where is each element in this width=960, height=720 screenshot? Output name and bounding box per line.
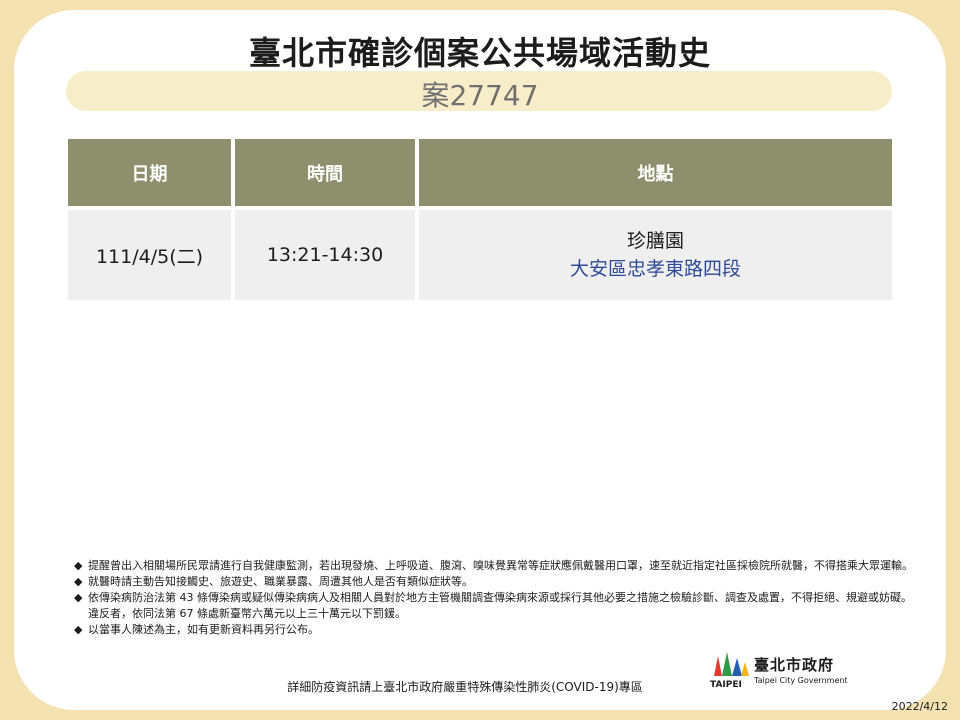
case-number: 案27747 xyxy=(421,79,539,112)
publish-date: 2022/4/12 xyxy=(891,700,948,713)
header-location: 地點 xyxy=(419,139,892,206)
row-time: 13:21-14:30 xyxy=(235,210,415,300)
note-text: 提醒曾出入相關場所民眾請進行自我健康監測，若出現發燒、上呼吸道、腹瀉、嗅味覺異常… xyxy=(88,559,913,572)
row-location: 珍膳園 大安區忠孝東路四段 xyxy=(419,210,892,300)
diamond-bullet-icon: ◆ xyxy=(74,591,83,604)
logo-name-zh: 臺北市政府 xyxy=(754,656,835,674)
note-item: ◆ 依傳染病防治法第 43 條傳染病或疑似傳染病病人及相關人員對於地方主管機關調… xyxy=(74,590,914,622)
diamond-bullet-icon: ◆ xyxy=(74,575,83,588)
logo-name-en: Taipei City Government xyxy=(754,676,848,685)
taipei-government-logo: TAIPEI 臺北市政府 Taipei City Government xyxy=(706,650,856,692)
row-date: 111/4/5(二) xyxy=(68,210,231,300)
logo-wordmark: TAIPEI xyxy=(710,680,742,690)
page-title: 臺北市確診個案公共場域活動史 xyxy=(248,34,711,72)
diamond-bullet-icon: ◆ xyxy=(74,623,83,636)
footer-info: 詳細防疫資訊請上臺北市政府嚴重特殊傳染性肺炎(COVID-19)專區 xyxy=(287,680,643,694)
note-item: ◆ 以當事人陳述為主，如有更新資料再另行公布。 xyxy=(74,622,914,638)
diamond-bullet-icon: ◆ xyxy=(74,559,83,572)
note-text: 以當事人陳述為主，如有更新資料再另行公布。 xyxy=(88,623,319,636)
taipei-city-logo-icon xyxy=(714,652,749,676)
note-text: 就醫時請主動告知接觸史、旅遊史、職業暴露、周遭其他人是否有類似症狀等。 xyxy=(88,575,473,588)
note-item: ◆ 提醒曾出入相關場所民眾請進行自我健康監測，若出現發燒、上呼吸道、腹瀉、嗅味覺… xyxy=(74,558,914,574)
note-item: ◆ 就醫時請主動告知接觸史、旅遊史、職業暴露、周遭其他人是否有類似症狀等。 xyxy=(74,574,914,590)
place-name: 珍膳園 xyxy=(626,230,684,252)
header-time: 時間 xyxy=(235,139,415,206)
place-address: 大安區忠孝東路四段 xyxy=(569,258,741,280)
note-text: 依傳染病防治法第 43 條傳染病或疑似傳染病病人及相關人員對於地方主管機關調查傳… xyxy=(88,591,912,620)
notes-list: ◆ 提醒曾出入相關場所民眾請進行自我健康監測，若出現發燒、上呼吸道、腹瀉、嗅味覺… xyxy=(74,558,914,638)
header-date: 日期 xyxy=(68,139,231,206)
